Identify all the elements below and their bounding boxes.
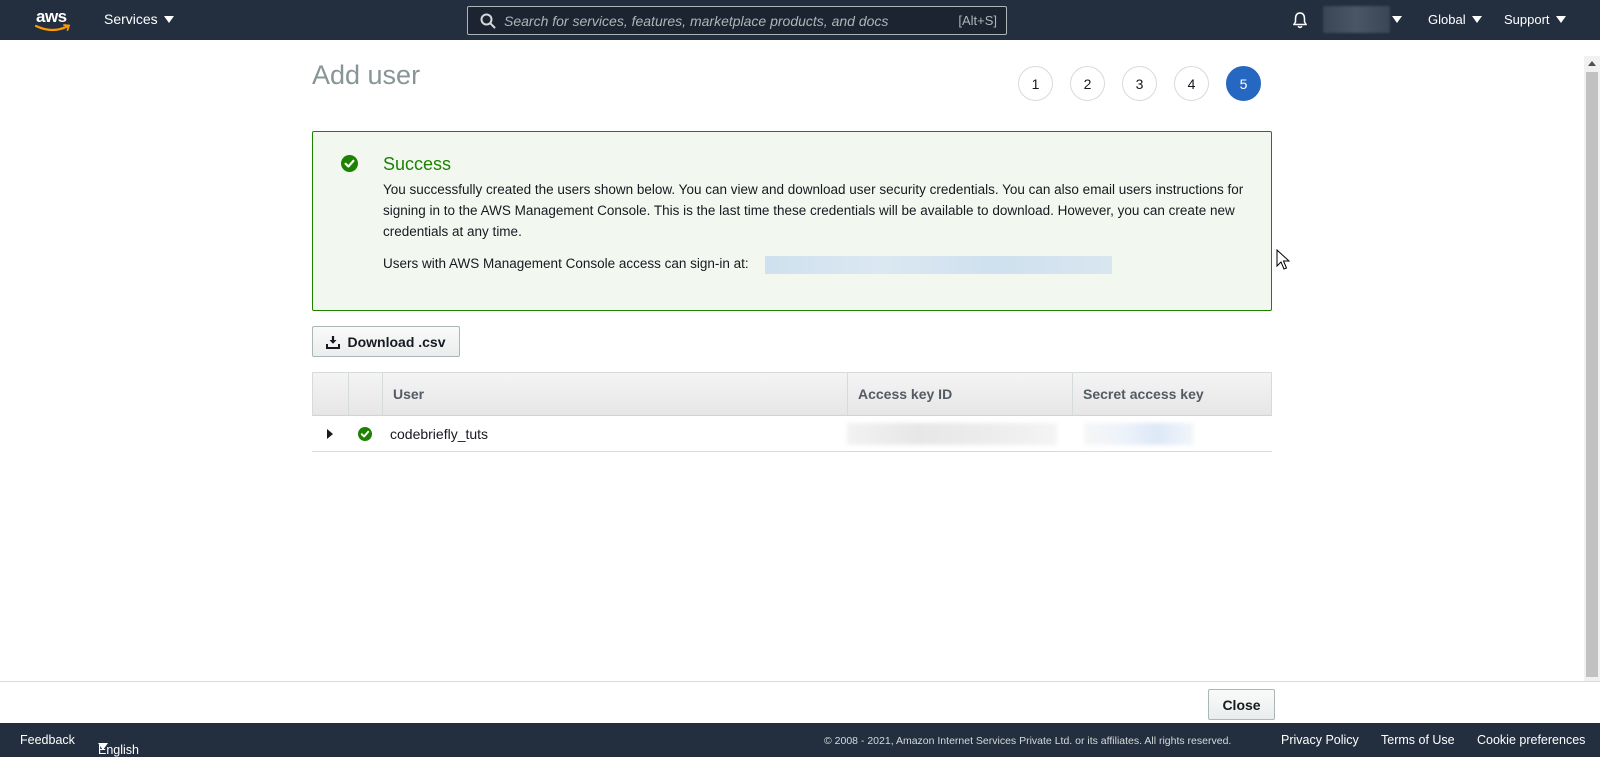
feedback-link[interactable]: Feedback: [20, 733, 75, 747]
caret-down-icon: [163, 15, 174, 23]
region-label: Global: [1428, 12, 1466, 27]
header-expand: [313, 373, 349, 415]
expand-row-toggle[interactable]: [312, 416, 348, 451]
access-key-redacted: [847, 422, 1057, 445]
footer: Feedback English (US) © 2008 - 2021, Ama…: [0, 723, 1600, 771]
alert-body: You successfully created the users shown…: [383, 182, 1244, 239]
step-2[interactable]: 2: [1070, 66, 1105, 101]
search-shortcut: [Alt+S]: [958, 13, 997, 28]
header-user[interactable]: User: [383, 373, 848, 415]
wizard-steps: 1 2 3 4 5: [1018, 66, 1261, 101]
search-input[interactable]: [502, 10, 942, 31]
aws-logo[interactable]: aws: [34, 7, 74, 33]
check-circle-icon: [358, 426, 372, 441]
alert-title: Success: [383, 154, 452, 174]
services-label: Services: [104, 11, 158, 27]
close-button[interactable]: Close: [1208, 689, 1275, 720]
step-3[interactable]: 3: [1122, 66, 1157, 101]
secret-key-redacted[interactable]: [1084, 422, 1194, 445]
search-icon: [480, 13, 496, 29]
header-access-key-id[interactable]: Access key ID: [848, 373, 1073, 415]
step-5-active[interactable]: 5: [1226, 66, 1261, 101]
terms-of-use-link[interactable]: Terms of Use: [1381, 733, 1455, 747]
services-menu[interactable]: Services: [104, 11, 174, 27]
region-menu[interactable]: Global: [1428, 12, 1482, 27]
top-nav: aws Services [Alt+S] Global Support: [0, 0, 1600, 40]
caret-down-icon: [1555, 16, 1566, 23]
step-1[interactable]: 1: [1018, 66, 1053, 101]
scrollbar-thumb[interactable]: [1586, 72, 1598, 677]
scroll-up-icon[interactable]: [1588, 61, 1596, 66]
header-secret-access-key[interactable]: Secret access key: [1073, 373, 1271, 415]
check-circle-icon: [341, 155, 358, 172]
bell-icon[interactable]: [1292, 11, 1308, 29]
step-4[interactable]: 4: [1174, 66, 1209, 101]
vertical-scrollbar[interactable]: [1584, 56, 1600, 681]
download-csv-button[interactable]: Download .csv: [312, 326, 460, 357]
copyright-text: © 2008 - 2021, Amazon Internet Services …: [824, 735, 1232, 747]
caret-down-icon: [1471, 16, 1482, 23]
account-name-redacted[interactable]: [1323, 6, 1390, 33]
wizard-action-bar: Close: [0, 681, 1600, 723]
aws-smile-icon: [35, 24, 71, 32]
support-menu[interactable]: Support: [1504, 12, 1566, 27]
account-caret-down-icon[interactable]: [1392, 16, 1402, 23]
secret-key-cell: [1072, 416, 1272, 451]
access-key-cell: [847, 416, 1072, 451]
users-table: User Access key ID Secret access key cod…: [312, 372, 1272, 452]
download-csv-label: Download .csv: [347, 333, 446, 350]
download-icon: [326, 335, 341, 349]
table-row: codebriefly_tuts: [312, 416, 1272, 452]
table-header: User Access key ID Secret access key: [312, 372, 1272, 416]
success-alert: Success You successfully created the use…: [312, 131, 1272, 311]
caret-right-icon: [327, 428, 333, 439]
signin-text: Users with AWS Management Console access…: [383, 256, 749, 271]
search-box[interactable]: [Alt+S]: [467, 6, 1007, 35]
cookie-preferences-link[interactable]: Cookie preferences: [1477, 733, 1585, 747]
page-title: Add user: [312, 60, 421, 90]
signin-url-redacted[interactable]: [765, 256, 1112, 274]
header-status: [349, 373, 383, 415]
mouse-cursor-icon: [1276, 249, 1290, 270]
row-status: [348, 416, 382, 451]
caret-down-icon: [98, 743, 108, 750]
support-label: Support: [1504, 12, 1550, 27]
privacy-policy-link[interactable]: Privacy Policy: [1281, 733, 1359, 747]
user-name-cell: codebriefly_tuts: [390, 425, 489, 442]
